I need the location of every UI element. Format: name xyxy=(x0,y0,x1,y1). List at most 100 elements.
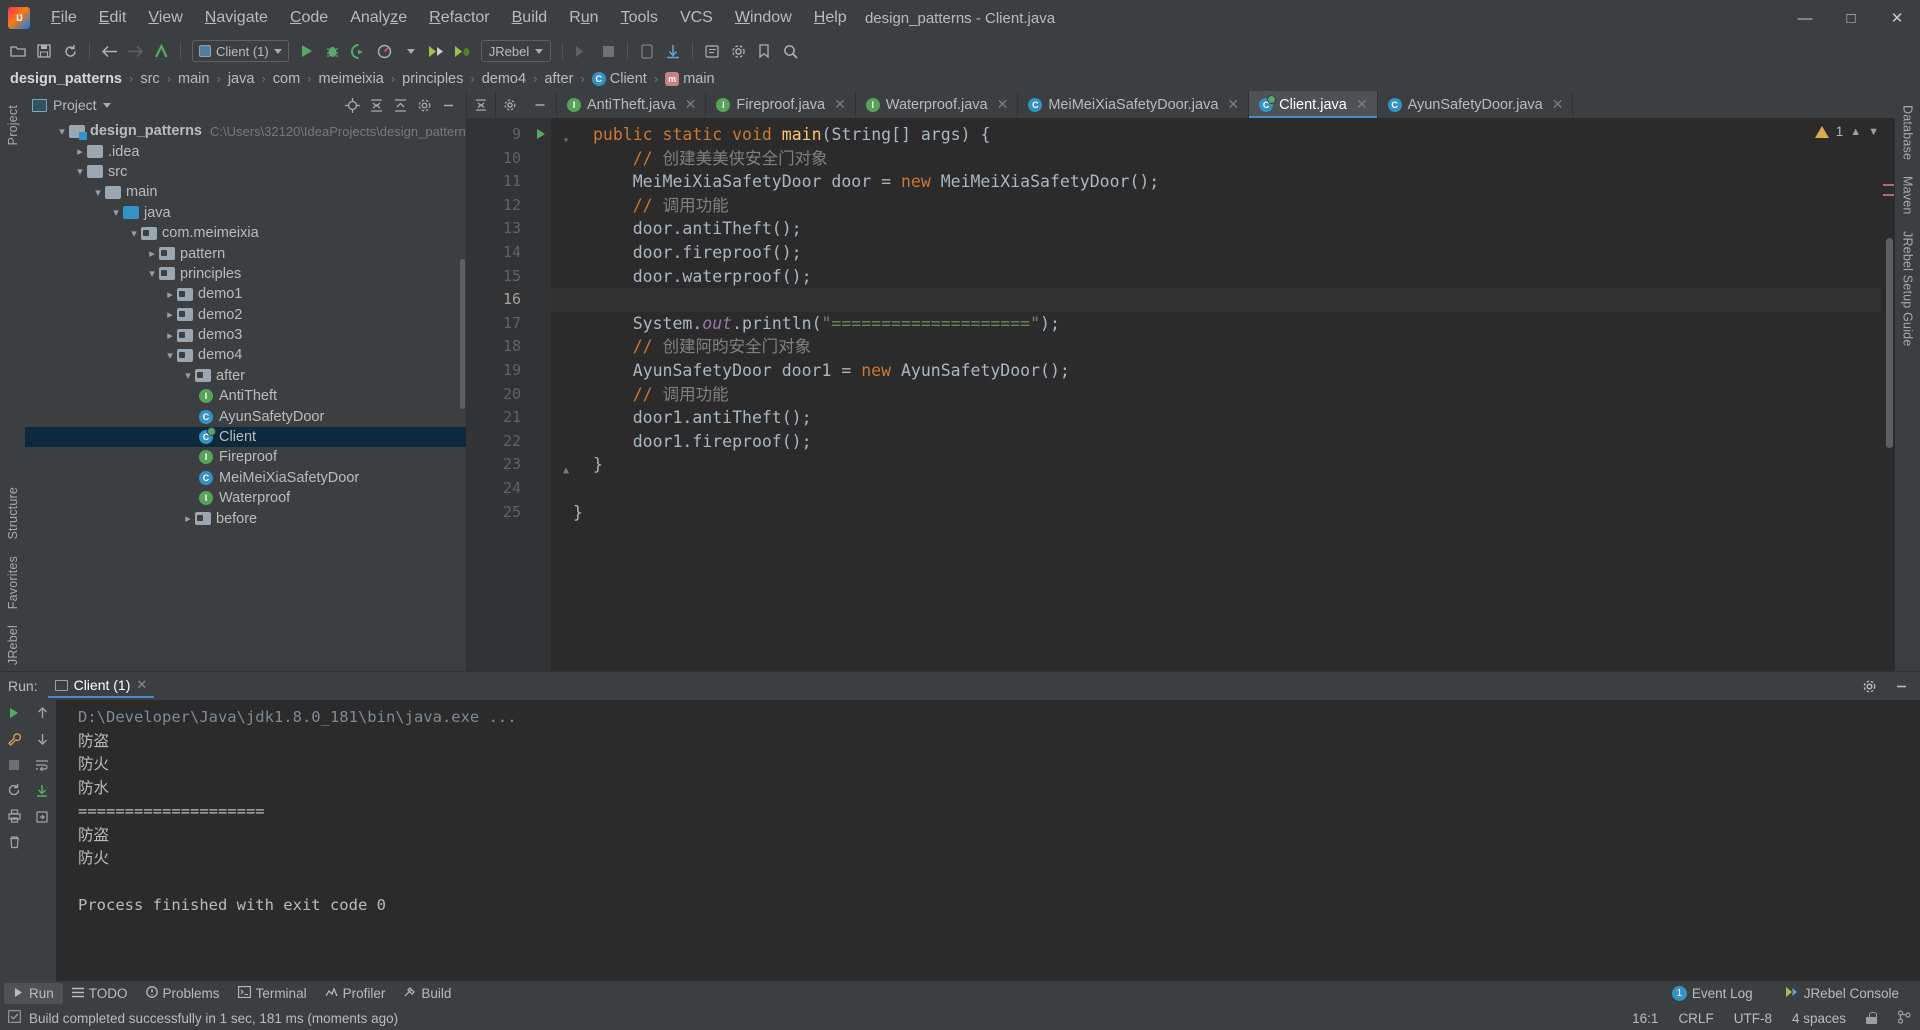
jrebel-run-button[interactable] xyxy=(425,39,449,63)
bookmark-icon[interactable] xyxy=(752,39,776,63)
run-button[interactable] xyxy=(295,39,319,63)
menu-item-vcs[interactable]: VCS xyxy=(669,0,724,36)
breadcrumb-item-main-method[interactable]: m main xyxy=(665,71,715,87)
tree-node-after[interactable]: after xyxy=(25,366,466,386)
close-icon[interactable]: ✕ xyxy=(685,96,697,113)
git-branch-icon[interactable] xyxy=(1897,1009,1912,1027)
expand-icon[interactable] xyxy=(389,94,411,116)
tree-node-principles[interactable]: principles xyxy=(25,264,466,284)
editor-tab-antitheft[interactable]: I AntiTheft.java ✕ xyxy=(557,91,707,118)
attach-debugger-icon[interactable] xyxy=(570,39,594,63)
editor-tab-client[interactable]: C Client.java ✕ xyxy=(1249,91,1378,118)
menu-item-run[interactable]: Run xyxy=(558,0,609,36)
rail-item-project[interactable]: Project xyxy=(6,99,20,151)
tree-node-com-meimeixia[interactable]: com.meimeixia xyxy=(25,223,466,243)
menu-item-edit[interactable]: Edit xyxy=(88,0,138,36)
rail-item-maven[interactable]: Maven xyxy=(1901,170,1915,221)
tree-node-meimeixiasafetydoor[interactable]: C MeiMeiXiaSafetyDoor xyxy=(25,468,466,488)
stop-icon[interactable] xyxy=(8,759,20,774)
breadcrumb-item-principles[interactable]: principles xyxy=(402,71,463,87)
chevron-down-icon[interactable]: ▼ xyxy=(1868,126,1879,138)
locate-icon[interactable] xyxy=(341,94,363,116)
menu-item-window[interactable]: Window xyxy=(724,0,803,36)
run-panel-minimize-icon[interactable] xyxy=(1890,675,1912,697)
back-arrow-icon[interactable] xyxy=(97,39,121,63)
close-icon[interactable]: ✕ xyxy=(1356,96,1368,113)
editor-tab-waterproof[interactable]: I Waterproof.java ✕ xyxy=(856,91,1019,118)
chevron-right-icon[interactable] xyxy=(163,308,177,321)
print-icon[interactable] xyxy=(7,809,22,826)
rail-item-database[interactable]: Database xyxy=(1901,99,1915,166)
open-folder-icon[interactable] xyxy=(6,39,30,63)
menu-item-analyze[interactable]: Analyze xyxy=(339,0,418,36)
up-arrow-icon[interactable] xyxy=(149,39,173,63)
save-icon[interactable] xyxy=(32,39,56,63)
bottom-tab-event-log[interactable]: 1 Event Log xyxy=(1663,983,1762,1004)
bottom-tab-run[interactable]: Run xyxy=(4,983,63,1004)
tree-node-design-patterns[interactable]: design_patterns C:\Users\32120\IdeaProje… xyxy=(25,121,466,141)
settings-gear-icon[interactable] xyxy=(413,94,435,116)
chevron-down-icon[interactable] xyxy=(73,165,87,178)
breadcrumb-item-after[interactable]: after xyxy=(544,71,573,87)
forward-arrow-icon[interactable] xyxy=(123,39,147,63)
close-icon[interactable]: ✕ xyxy=(136,677,147,693)
tree-node-antitheft[interactable]: I AntiTheft xyxy=(25,386,466,406)
tree-node-fireproof[interactable]: I Fireproof xyxy=(25,447,466,467)
error-stripe-mark[interactable] xyxy=(1883,194,1894,196)
editor-code[interactable]: public static void main(String[] args) {… xyxy=(551,118,1881,671)
editor-tab-ayunsafetydoor[interactable]: C AyunSafetyDoor.java ✕ xyxy=(1378,91,1574,118)
close-icon[interactable]: ✕ xyxy=(1552,96,1564,113)
close-icon[interactable]: ✕ xyxy=(834,96,846,113)
editor-settings-gear-icon[interactable] xyxy=(496,91,524,118)
tree-node-client[interactable]: C Client xyxy=(25,426,466,448)
tree-node-idea[interactable]: .idea xyxy=(25,141,466,161)
chevron-down-icon[interactable] xyxy=(163,349,177,362)
close-icon[interactable]: ✕ xyxy=(997,96,1009,113)
bottom-tab-jrebel-console[interactable]: JRebel Console xyxy=(1776,983,1908,1004)
search-everywhere-icon[interactable] xyxy=(778,39,802,63)
bottom-tab-build[interactable]: Build xyxy=(394,983,460,1004)
menu-item-file[interactable]: File xyxy=(40,0,88,36)
up-arrow-icon[interactable] xyxy=(36,706,49,723)
breadcrumb-item-com[interactable]: com xyxy=(273,71,300,87)
bottom-tab-profiler[interactable]: Profiler xyxy=(316,983,395,1004)
jrebel-debug-button[interactable] xyxy=(451,39,475,63)
chevron-down-icon[interactable] xyxy=(91,186,105,199)
menu-item-refactor[interactable]: Refactor xyxy=(418,0,500,36)
chevron-down-icon[interactable] xyxy=(127,227,141,240)
chevron-right-icon[interactable] xyxy=(181,512,195,525)
chevron-down-icon[interactable] xyxy=(109,206,123,219)
tree-node-before[interactable]: before xyxy=(25,508,466,528)
bottom-tab-problems[interactable]: Problems xyxy=(137,983,229,1004)
editor-tab-meimeixiasafetydoor[interactable]: C MeiMeiXiaSafetyDoor.java ✕ xyxy=(1018,91,1250,118)
vcs-update-icon[interactable] xyxy=(661,39,685,63)
export-icon[interactable] xyxy=(35,810,49,827)
caret-position[interactable]: 16:1 xyxy=(1632,1011,1658,1026)
run-tab-client[interactable]: Client (1) ✕ xyxy=(47,674,155,698)
trash-icon[interactable] xyxy=(8,835,21,852)
chevron-down-icon-profile[interactable] xyxy=(399,39,423,63)
tree-node-main[interactable]: main xyxy=(25,182,466,202)
wrench-icon[interactable] xyxy=(7,732,22,750)
menu-item-view[interactable]: View xyxy=(137,0,193,36)
chevron-down-icon-project[interactable] xyxy=(102,102,111,108)
debug-button[interactable] xyxy=(321,39,345,63)
chevron-right-icon[interactable] xyxy=(163,329,177,342)
tree-node-pattern[interactable]: pattern xyxy=(25,243,466,263)
breadcrumb-item-project[interactable]: design_patterns xyxy=(10,71,122,87)
chevron-down-icon[interactable] xyxy=(145,267,159,280)
inspection-widget[interactable]: 1 ▲ ▼ xyxy=(1814,124,1879,139)
collapse-all-icon[interactable] xyxy=(365,94,387,116)
project-tree[interactable]: design_patterns C:\Users\32120\IdeaProje… xyxy=(25,119,466,671)
sync-icon[interactable] xyxy=(58,39,82,63)
chevron-down-icon[interactable] xyxy=(181,369,195,382)
chevron-right-icon[interactable] xyxy=(73,145,87,158)
rerun-icon[interactable] xyxy=(7,706,21,723)
chevron-right-icon[interactable] xyxy=(145,247,159,260)
menu-item-code[interactable]: Code xyxy=(279,0,339,36)
indent-setting[interactable]: 4 spaces xyxy=(1792,1011,1846,1026)
run-gutter-icon[interactable] xyxy=(537,129,545,139)
maximize-button[interactable]: □ xyxy=(1828,0,1874,36)
stop-button[interactable] xyxy=(596,39,620,63)
profile-button[interactable] xyxy=(373,39,397,63)
